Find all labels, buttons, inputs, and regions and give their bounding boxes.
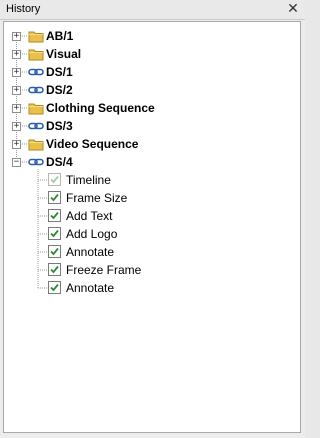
- history-step-item[interactable]: Annotate: [4, 243, 294, 261]
- history-step-item[interactable]: Freeze Frame: [4, 261, 294, 279]
- close-icon[interactable]: ✕: [285, 1, 301, 17]
- history-step-label: Freeze Frame: [66, 263, 142, 277]
- tree-node-label: DS/2: [46, 83, 73, 97]
- tree-node[interactable]: + Clothing Sequence: [4, 99, 294, 117]
- tree-node[interactable]: + DS/3: [4, 117, 294, 135]
- step-checkbox[interactable]: [48, 227, 61, 240]
- step-checkbox[interactable]: [48, 209, 61, 222]
- tree-node-label: AB/1: [46, 29, 74, 43]
- panel-title: History: [6, 3, 41, 15]
- folder-icon: [28, 101, 44, 115]
- expand-toggle-icon[interactable]: +: [12, 104, 21, 113]
- history-step-item[interactable]: Add Text: [4, 207, 294, 225]
- history-step-label: Add Logo: [66, 227, 118, 241]
- step-checkbox[interactable]: [48, 191, 61, 204]
- history-step-item[interactable]: Timeline: [4, 171, 294, 189]
- tree-node[interactable]: + DS/1: [4, 63, 294, 81]
- tree-node[interactable]: + Video Sequence: [4, 135, 294, 153]
- history-tree[interactable]: + AB/1 + Visual + DS/1 + DS/2 + Clothing Sequence…: [3, 21, 301, 433]
- expand-toggle-icon[interactable]: +: [12, 122, 21, 131]
- history-step-item[interactable]: Add Logo: [4, 225, 294, 243]
- tree-node[interactable]: + Visual: [4, 45, 294, 63]
- tree-node-label: Visual: [46, 47, 82, 61]
- folder-icon: [28, 47, 44, 61]
- tree-node-label: Clothing Sequence: [46, 101, 155, 115]
- folder-icon: [28, 29, 44, 43]
- tree-node-label: Video Sequence: [46, 137, 139, 151]
- history-panel: History ✕ + AB/1 + Visual + DS/1 + DS/2 + Clothin…: [0, 0, 305, 438]
- expand-toggle-icon[interactable]: +: [12, 86, 21, 95]
- link-icon: [28, 65, 44, 79]
- tree-node[interactable]: + AB/1: [4, 27, 294, 45]
- history-step-item[interactable]: Frame Size: [4, 189, 294, 207]
- tree-node-label: DS/4: [46, 155, 73, 169]
- link-icon: [28, 119, 44, 133]
- history-step-label: Annotate: [66, 245, 115, 259]
- panel-titlebar: History ✕: [0, 0, 305, 20]
- collapse-toggle-icon[interactable]: −: [12, 158, 21, 167]
- step-checkbox[interactable]: [48, 245, 61, 258]
- link-icon: [28, 83, 44, 97]
- tree-node-label: DS/3: [46, 119, 73, 133]
- step-checkbox: [48, 173, 61, 186]
- history-step-label: Annotate: [66, 281, 115, 295]
- tree-node[interactable]: − DS/4: [4, 153, 294, 171]
- tree-node[interactable]: + DS/2: [4, 81, 294, 99]
- history-step-label: Frame Size: [66, 191, 128, 205]
- expand-toggle-icon[interactable]: +: [12, 32, 21, 41]
- link-icon: [28, 155, 44, 169]
- expand-toggle-icon[interactable]: +: [12, 50, 21, 59]
- history-step-label: Add Text: [66, 209, 113, 223]
- expand-toggle-icon[interactable]: +: [12, 68, 21, 77]
- expand-toggle-icon[interactable]: +: [12, 140, 21, 149]
- step-checkbox[interactable]: [48, 263, 61, 276]
- step-checkbox[interactable]: [48, 281, 61, 294]
- history-step-item[interactable]: Annotate: [4, 279, 294, 297]
- folder-icon: [28, 137, 44, 151]
- tree-node-label: DS/1: [46, 65, 73, 79]
- history-step-label: Timeline: [66, 173, 111, 187]
